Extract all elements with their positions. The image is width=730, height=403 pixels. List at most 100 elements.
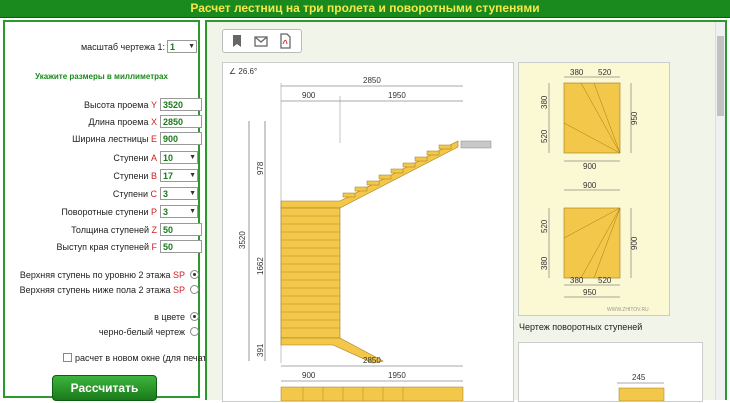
field-var: C: [150, 189, 158, 199]
field-label-text: Толщина ступеней: [71, 225, 149, 235]
dim-right-2: 1950: [388, 371, 406, 380]
field-value: 900: [163, 134, 179, 144]
chevron-down-icon: ▼: [189, 154, 196, 161]
dim-top: 978: [256, 161, 265, 175]
winders-caption: Чертеж поворотных ступеней: [519, 322, 643, 332]
field-var: A: [150, 153, 157, 163]
field-x-input[interactable]: 2850: [160, 115, 202, 128]
w1-bottom: 900: [583, 162, 597, 171]
winders-drawing: 380 520 380 520 950 900 900 520 380 900 …: [540, 68, 649, 313]
units-hint: Укажите размеры в миллиметрах: [35, 72, 168, 81]
w1-top-b: 520: [598, 68, 612, 77]
w2-bottom: 950: [583, 288, 597, 297]
chevron-down-icon: ▼: [188, 43, 195, 50]
dim-total: 2850: [363, 76, 381, 85]
radio-label-top-level: Верхняя ступень по уровню 2 этажа SP: [9, 270, 185, 280]
panel3-dim: 245: [632, 373, 646, 382]
winders-panel: 380 520 380 520 950 900 900 520 380 900 …: [518, 62, 670, 316]
watermark: WWW.ZHITOV.RU: [607, 307, 649, 313]
field-label-text: Ступени: [112, 189, 148, 199]
result-panel: ∠ 26.6° 2850 900 1950 3520 978 1662 391: [205, 20, 727, 402]
field-value: 50: [163, 242, 174, 252]
field-e-input[interactable]: 900: [160, 132, 202, 145]
field-value: 3: [163, 189, 169, 199]
w2-left-a: 520: [540, 219, 549, 233]
bookmark-icon[interactable]: [229, 33, 245, 49]
field-c-select[interactable]: 3 ▼: [160, 187, 198, 200]
field-label-text: Поворотные ступени: [61, 207, 149, 217]
field-label-p: Поворотные ступени P: [9, 207, 157, 217]
page-title: Расчет лестниц на три пролета и поворотн…: [190, 1, 540, 15]
field-label-z: Толщина ступеней Z: [9, 225, 157, 235]
top-step-level-radio[interactable]: [190, 270, 199, 279]
dim-mid: 1662: [256, 257, 265, 275]
dim-left-2: 900: [302, 371, 316, 380]
chevron-down-icon: ▼: [189, 208, 196, 215]
w2-right: 900: [630, 236, 639, 250]
radio-var: SP: [172, 285, 185, 295]
w1-right: 950: [630, 111, 639, 125]
field-label-text: Ступени: [113, 153, 149, 163]
vertical-scrollbar[interactable]: [715, 22, 725, 400]
new-window-label: расчет в новом окне (для печати): [75, 353, 215, 363]
w1-left-a: 380: [540, 95, 549, 109]
pdf-icon[interactable]: [277, 33, 293, 49]
w1-left-b: 520: [540, 129, 549, 143]
field-var: B: [150, 171, 157, 181]
field-y-input[interactable]: 3520: [160, 98, 202, 111]
field-label-text: Ширина лестницы: [72, 134, 149, 144]
w2-bottom-a: 380: [570, 276, 584, 285]
stair-drawing: ∠ 26.6° 2850 900 1950 3520 978 1662 391: [229, 67, 492, 402]
field-var: Y: [150, 100, 157, 110]
field-label-e: Ширина лестницы E: [9, 134, 157, 144]
field-value: 50: [163, 225, 174, 235]
bw-label: черно-белый чертеж: [98, 327, 185, 337]
radio-label-top-below: Верхняя ступень ниже пола 2 этажа SP: [9, 285, 185, 295]
w2-left-b: 380: [540, 256, 549, 270]
mail-icon[interactable]: [253, 33, 269, 49]
stair-side-view: ∠ 26.6° 2850 900 1950 3520 978 1662 391: [222, 62, 514, 402]
field-label-b: Ступени B: [9, 171, 157, 181]
new-window-checkbox[interactable]: [63, 353, 72, 362]
field-z-input[interactable]: 50: [160, 223, 202, 236]
field-f-input[interactable]: 50: [160, 240, 202, 253]
field-value: 17: [163, 171, 174, 181]
winders-panel-2: 245: [518, 342, 703, 402]
field-label-y: Высота проема Y: [9, 100, 157, 110]
calculate-button[interactable]: Рассчитать: [52, 375, 157, 401]
radio-label-text: Верхняя ступень ниже пола 2 этажа: [19, 285, 171, 295]
field-label-text: Длина проема: [88, 117, 149, 127]
top-step-below-radio[interactable]: [190, 285, 199, 294]
radio-label-text: Верхняя ступень по уровню 2 этажа: [19, 270, 171, 280]
toolbar: [222, 29, 302, 53]
field-p-select[interactable]: 3 ▼: [160, 205, 198, 218]
field-value: 3520: [163, 100, 184, 110]
field-value: 3: [163, 207, 169, 217]
app-header: Расчет лестниц на три пролета и поворотн…: [0, 0, 730, 18]
field-var: P: [150, 207, 157, 217]
chevron-down-icon: ▼: [189, 190, 196, 197]
angle-label: ∠ 26.6°: [229, 67, 257, 76]
field-label-text: Выступ края ступеней: [56, 242, 149, 252]
dim-right: 1950: [388, 91, 406, 100]
field-b-select[interactable]: 17 ▼: [160, 169, 198, 182]
radio-var: SP: [172, 270, 185, 280]
winders-drawing-2: 245: [617, 373, 665, 402]
form-panel: масштаб чертежа 1: 1 ▼ Укажите размеры в …: [3, 20, 215, 401]
field-label-x: Длина проема X: [9, 117, 157, 127]
field-label-a: Ступени A: [9, 153, 157, 163]
scrollbar-thumb[interactable]: [717, 36, 724, 116]
field-label-text: Высота проема: [83, 100, 149, 110]
dim-left: 900: [302, 91, 316, 100]
w2-bottom-b: 520: [598, 276, 612, 285]
field-a-select[interactable]: 10 ▼: [160, 151, 198, 164]
w1-top-a: 380: [570, 68, 584, 77]
field-value: 10: [163, 153, 174, 163]
bw-radio[interactable]: [190, 327, 199, 336]
field-var: X: [150, 117, 157, 127]
color-radio[interactable]: [190, 312, 199, 321]
field-var: F: [151, 242, 158, 252]
field-var: Z: [151, 225, 158, 235]
scale-select[interactable]: 1 ▼: [167, 40, 197, 53]
dim-height: 3520: [238, 231, 247, 249]
